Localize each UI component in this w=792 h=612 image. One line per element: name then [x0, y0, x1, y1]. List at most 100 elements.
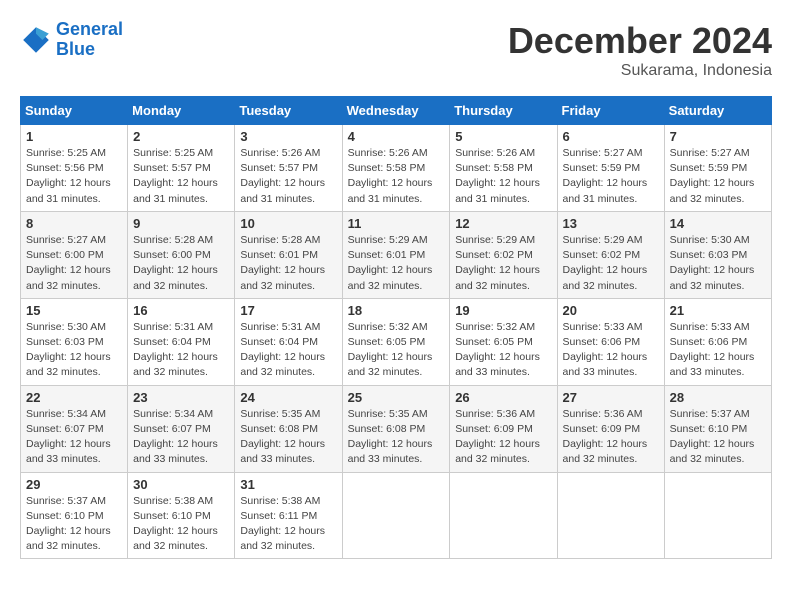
- day-info: Sunrise: 5:30 AM Sunset: 6:03 PM Dayligh…: [670, 233, 766, 294]
- calendar-cell: 28 Sunrise: 5:37 AM Sunset: 6:10 PM Dayl…: [664, 385, 771, 472]
- weekday-header-row: SundayMondayTuesdayWednesdayThursdayFrid…: [21, 97, 772, 125]
- calendar-cell: 5 Sunrise: 5:26 AM Sunset: 5:58 PM Dayli…: [450, 125, 557, 212]
- location-subtitle: Sukarama, Indonesia: [508, 62, 772, 80]
- day-number: 3: [240, 129, 336, 144]
- day-number: 12: [455, 216, 551, 231]
- day-info: Sunrise: 5:27 AM Sunset: 5:59 PM Dayligh…: [563, 146, 659, 207]
- day-info: Sunrise: 5:36 AM Sunset: 6:09 PM Dayligh…: [455, 407, 551, 468]
- day-info: Sunrise: 5:28 AM Sunset: 6:00 PM Dayligh…: [133, 233, 229, 294]
- day-number: 8: [26, 216, 122, 231]
- day-info: Sunrise: 5:34 AM Sunset: 6:07 PM Dayligh…: [26, 407, 122, 468]
- day-info: Sunrise: 5:32 AM Sunset: 6:05 PM Dayligh…: [455, 320, 551, 381]
- day-info: Sunrise: 5:26 AM Sunset: 5:58 PM Dayligh…: [348, 146, 445, 207]
- day-number: 29: [26, 477, 122, 492]
- weekday-header-thursday: Thursday: [450, 97, 557, 125]
- weekday-header-tuesday: Tuesday: [235, 97, 342, 125]
- calendar-cell: 27 Sunrise: 5:36 AM Sunset: 6:09 PM Dayl…: [557, 385, 664, 472]
- day-info: Sunrise: 5:28 AM Sunset: 6:01 PM Dayligh…: [240, 233, 336, 294]
- calendar-cell: 4 Sunrise: 5:26 AM Sunset: 5:58 PM Dayli…: [342, 125, 450, 212]
- calendar-week-1: 1 Sunrise: 5:25 AM Sunset: 5:56 PM Dayli…: [21, 125, 772, 212]
- calendar-table: SundayMondayTuesdayWednesdayThursdayFrid…: [20, 96, 772, 559]
- calendar-week-2: 8 Sunrise: 5:27 AM Sunset: 6:00 PM Dayli…: [21, 211, 772, 298]
- day-number: 18: [348, 303, 445, 318]
- day-info: Sunrise: 5:33 AM Sunset: 6:06 PM Dayligh…: [563, 320, 659, 381]
- day-number: 6: [563, 129, 659, 144]
- calendar-cell: 12 Sunrise: 5:29 AM Sunset: 6:02 PM Dayl…: [450, 211, 557, 298]
- day-number: 2: [133, 129, 229, 144]
- day-info: Sunrise: 5:29 AM Sunset: 6:02 PM Dayligh…: [563, 233, 659, 294]
- calendar-cell: 14 Sunrise: 5:30 AM Sunset: 6:03 PM Dayl…: [664, 211, 771, 298]
- calendar-cell: [664, 472, 771, 559]
- day-info: Sunrise: 5:31 AM Sunset: 6:04 PM Dayligh…: [133, 320, 229, 381]
- calendar-cell: 18 Sunrise: 5:32 AM Sunset: 6:05 PM Dayl…: [342, 298, 450, 385]
- day-info: Sunrise: 5:38 AM Sunset: 6:11 PM Dayligh…: [240, 494, 336, 555]
- day-number: 20: [563, 303, 659, 318]
- day-info: Sunrise: 5:35 AM Sunset: 6:08 PM Dayligh…: [240, 407, 336, 468]
- day-number: 30: [133, 477, 229, 492]
- day-number: 22: [26, 390, 122, 405]
- calendar-cell: 2 Sunrise: 5:25 AM Sunset: 5:57 PM Dayli…: [128, 125, 235, 212]
- weekday-header-monday: Monday: [128, 97, 235, 125]
- calendar-cell: 20 Sunrise: 5:33 AM Sunset: 6:06 PM Dayl…: [557, 298, 664, 385]
- calendar-cell: 23 Sunrise: 5:34 AM Sunset: 6:07 PM Dayl…: [128, 385, 235, 472]
- day-info: Sunrise: 5:25 AM Sunset: 5:57 PM Dayligh…: [133, 146, 229, 207]
- day-info: Sunrise: 5:29 AM Sunset: 6:02 PM Dayligh…: [455, 233, 551, 294]
- weekday-header-friday: Friday: [557, 97, 664, 125]
- day-number: 10: [240, 216, 336, 231]
- calendar-cell: 21 Sunrise: 5:33 AM Sunset: 6:06 PM Dayl…: [664, 298, 771, 385]
- day-number: 26: [455, 390, 551, 405]
- calendar-week-3: 15 Sunrise: 5:30 AM Sunset: 6:03 PM Dayl…: [21, 298, 772, 385]
- day-number: 1: [26, 129, 122, 144]
- day-info: Sunrise: 5:26 AM Sunset: 5:58 PM Dayligh…: [455, 146, 551, 207]
- calendar-cell: 25 Sunrise: 5:35 AM Sunset: 6:08 PM Dayl…: [342, 385, 450, 472]
- day-number: 17: [240, 303, 336, 318]
- day-info: Sunrise: 5:29 AM Sunset: 6:01 PM Dayligh…: [348, 233, 445, 294]
- day-number: 25: [348, 390, 445, 405]
- day-number: 21: [670, 303, 766, 318]
- weekday-header-wednesday: Wednesday: [342, 97, 450, 125]
- calendar-cell: 22 Sunrise: 5:34 AM Sunset: 6:07 PM Dayl…: [21, 385, 128, 472]
- day-number: 28: [670, 390, 766, 405]
- calendar-cell: 13 Sunrise: 5:29 AM Sunset: 6:02 PM Dayl…: [557, 211, 664, 298]
- calendar-cell: 31 Sunrise: 5:38 AM Sunset: 6:11 PM Dayl…: [235, 472, 342, 559]
- calendar-cell: 3 Sunrise: 5:26 AM Sunset: 5:57 PM Dayli…: [235, 125, 342, 212]
- calendar-cell: 30 Sunrise: 5:38 AM Sunset: 6:10 PM Dayl…: [128, 472, 235, 559]
- day-number: 9: [133, 216, 229, 231]
- day-info: Sunrise: 5:26 AM Sunset: 5:57 PM Dayligh…: [240, 146, 336, 207]
- calendar-week-4: 22 Sunrise: 5:34 AM Sunset: 6:07 PM Dayl…: [21, 385, 772, 472]
- day-number: 11: [348, 216, 445, 231]
- title-block: December 2024 Sukarama, Indonesia: [508, 20, 772, 80]
- day-info: Sunrise: 5:30 AM Sunset: 6:03 PM Dayligh…: [26, 320, 122, 381]
- day-info: Sunrise: 5:31 AM Sunset: 6:04 PM Dayligh…: [240, 320, 336, 381]
- calendar-week-5: 29 Sunrise: 5:37 AM Sunset: 6:10 PM Dayl…: [21, 472, 772, 559]
- day-number: 4: [348, 129, 445, 144]
- day-number: 13: [563, 216, 659, 231]
- calendar-cell: 8 Sunrise: 5:27 AM Sunset: 6:00 PM Dayli…: [21, 211, 128, 298]
- month-title: December 2024: [508, 20, 772, 62]
- day-number: 16: [133, 303, 229, 318]
- day-info: Sunrise: 5:33 AM Sunset: 6:06 PM Dayligh…: [670, 320, 766, 381]
- logo: General Blue: [20, 20, 123, 60]
- logo-text: General Blue: [56, 20, 123, 60]
- calendar-cell: 1 Sunrise: 5:25 AM Sunset: 5:56 PM Dayli…: [21, 125, 128, 212]
- day-info: Sunrise: 5:37 AM Sunset: 6:10 PM Dayligh…: [26, 494, 122, 555]
- calendar-cell: 17 Sunrise: 5:31 AM Sunset: 6:04 PM Dayl…: [235, 298, 342, 385]
- page-header: General Blue December 2024 Sukarama, Ind…: [20, 20, 772, 80]
- day-number: 14: [670, 216, 766, 231]
- calendar-cell: 15 Sunrise: 5:30 AM Sunset: 6:03 PM Dayl…: [21, 298, 128, 385]
- calendar-cell: 19 Sunrise: 5:32 AM Sunset: 6:05 PM Dayl…: [450, 298, 557, 385]
- day-info: Sunrise: 5:25 AM Sunset: 5:56 PM Dayligh…: [26, 146, 122, 207]
- day-info: Sunrise: 5:34 AM Sunset: 6:07 PM Dayligh…: [133, 407, 229, 468]
- calendar-cell: 16 Sunrise: 5:31 AM Sunset: 6:04 PM Dayl…: [128, 298, 235, 385]
- day-number: 27: [563, 390, 659, 405]
- day-number: 5: [455, 129, 551, 144]
- day-number: 15: [26, 303, 122, 318]
- calendar-cell: 9 Sunrise: 5:28 AM Sunset: 6:00 PM Dayli…: [128, 211, 235, 298]
- day-info: Sunrise: 5:36 AM Sunset: 6:09 PM Dayligh…: [563, 407, 659, 468]
- day-number: 31: [240, 477, 336, 492]
- calendar-cell: [450, 472, 557, 559]
- calendar-cell: 6 Sunrise: 5:27 AM Sunset: 5:59 PM Dayli…: [557, 125, 664, 212]
- calendar-cell: 24 Sunrise: 5:35 AM Sunset: 6:08 PM Dayl…: [235, 385, 342, 472]
- calendar-cell: [557, 472, 664, 559]
- day-info: Sunrise: 5:35 AM Sunset: 6:08 PM Dayligh…: [348, 407, 445, 468]
